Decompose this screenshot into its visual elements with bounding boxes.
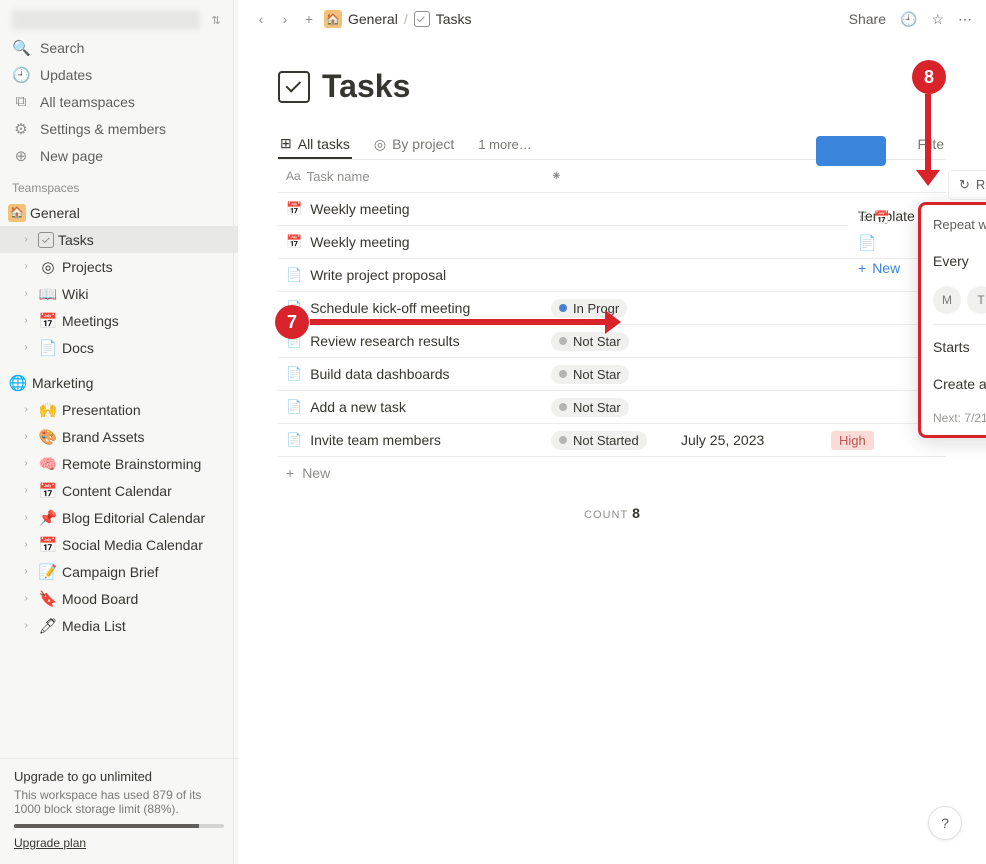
table-row[interactable]: 📄Invite team membersNot StartedJuly 25, …: [278, 424, 946, 457]
repeat-bar-label[interactable]: Repeat: [976, 177, 986, 193]
table-row[interactable]: 📄Add a new taskNot Star: [278, 391, 946, 424]
table-row[interactable]: 📅Weekly meeting: [278, 193, 946, 226]
sidebar-settings-members[interactable]: ⚙Settings & members: [0, 115, 238, 142]
workspace-expand-icon: ⇅: [206, 14, 226, 27]
checkbox-icon: [38, 232, 54, 248]
globe-icon: 🌐: [8, 374, 28, 392]
new-row-button[interactable]: +New: [278, 457, 946, 489]
sidebar-page[interactable]: ›📝Campaign Brief: [0, 558, 238, 585]
chevron-right-icon[interactable]: ›: [18, 288, 34, 299]
page-icon: 📄: [286, 267, 302, 283]
chevron-right-icon[interactable]: ›: [18, 404, 34, 415]
sidebar-section-teamspaces: Teamspaces: [0, 169, 238, 199]
chevron-right-icon[interactable]: ›: [18, 512, 34, 523]
column-header-name[interactable]: AaTask name: [278, 160, 543, 192]
chevron-right-icon[interactable]: ›: [18, 261, 34, 272]
breadcrumb-tasks-icon: [414, 11, 430, 27]
help-button[interactable]: ?: [928, 806, 962, 840]
sidebar-all-teamspaces[interactable]: ⧉All teamspaces: [0, 88, 238, 115]
sidebar-search[interactable]: 🔍Search: [0, 34, 238, 61]
tab-all-tasks[interactable]: ⊞All tasks: [278, 129, 352, 159]
page-icon: 📄: [286, 399, 302, 415]
updates-icon: 🕘: [12, 66, 30, 84]
share-button[interactable]: Share: [849, 11, 886, 27]
sidebar-page[interactable]: ›📅Social Media Calendar: [0, 531, 238, 558]
sidebar-page-meetings[interactable]: ›📅Meetings: [0, 307, 238, 334]
page-icon: 📄: [286, 366, 302, 382]
column-header-status[interactable]: ⁕: [543, 160, 673, 192]
table-row[interactable]: 📄Write project proposal: [278, 259, 946, 292]
upgrade-plan-link[interactable]: Upgrade plan: [14, 836, 86, 850]
page-icon: 📅: [286, 201, 302, 217]
sidebar-page[interactable]: ›🔖Mood Board: [0, 585, 238, 612]
page-title[interactable]: Tasks: [322, 68, 410, 105]
chevron-right-icon[interactable]: ›: [18, 342, 34, 353]
new-page-icon: ⊕: [12, 147, 30, 165]
page-icon: 📅: [286, 234, 302, 250]
repeat-icon: ↻: [959, 177, 970, 193]
workspace-switcher[interactable]: ⇅: [0, 0, 238, 34]
nav-back-icon[interactable]: ‹: [252, 11, 270, 27]
all-teamspaces-icon: ⧉: [12, 93, 30, 110]
chevron-right-icon[interactable]: ›: [18, 458, 34, 469]
chevron-right-icon[interactable]: ›: [18, 485, 34, 496]
search-icon: 🔍: [12, 39, 30, 57]
sidebar-updates[interactable]: 🕘Updates: [0, 61, 238, 88]
settings-members-icon: ⚙: [12, 120, 30, 138]
table-row[interactable]: 📄Build data dashboardsNot Star: [278, 358, 946, 391]
target-icon: ◎: [374, 136, 386, 153]
home-icon: 🏠: [8, 204, 26, 222]
sidebar-page-projects[interactable]: ›◎Projects: [0, 253, 238, 280]
annotation-7: 7: [275, 305, 309, 339]
new-button-partial[interactable]: [816, 136, 886, 166]
sidebar-page-docs[interactable]: ›📄Docs: [0, 334, 238, 361]
sidebar-page-wiki[interactable]: ›📖Wiki: [0, 280, 238, 307]
chevron-right-icon[interactable]: ›: [18, 539, 34, 550]
repeat-mode-dropdown[interactable]: Repeat weekly: [933, 217, 986, 232]
new-template-button[interactable]: +New: [858, 260, 900, 276]
sidebar-item-general[interactable]: 🏠 General: [0, 199, 238, 226]
plus-icon: +: [858, 260, 866, 276]
breadcrumb-item[interactable]: General: [348, 11, 398, 27]
tab-by-project[interactable]: ◎By project: [372, 130, 456, 159]
sidebar-new-page[interactable]: ⊕New page: [0, 142, 238, 169]
chevron-right-icon[interactable]: ›: [18, 566, 34, 577]
sidebar-page[interactable]: ›📅Content Calendar: [0, 477, 238, 504]
chevron-right-icon[interactable]: ›: [18, 315, 34, 326]
sidebar-page[interactable]: ›📌Blog Editorial Calendar: [0, 504, 238, 531]
page-icon[interactable]: [278, 71, 310, 103]
sidebar-item-marketing[interactable]: 🌐 Marketing: [0, 369, 238, 396]
breadcrumb-item[interactable]: Tasks: [436, 11, 472, 27]
nav-new-icon[interactable]: +: [300, 11, 318, 27]
chevron-right-icon[interactable]: ›: [18, 593, 34, 604]
chevron-right-icon[interactable]: ›: [18, 234, 34, 245]
day-toggle[interactable]: T: [967, 286, 986, 314]
main-content: ‹ › + 🏠 General / Tasks Share 🕘 ☆ ⋯ Task…: [238, 0, 986, 864]
day-toggle[interactable]: M: [933, 286, 961, 314]
table-row[interactable]: 📅Weekly meeting: [278, 226, 946, 259]
sidebar-page-tasks[interactable]: ›Tasks: [0, 226, 238, 253]
plus-icon: +: [286, 465, 294, 481]
more-icon[interactable]: ⋯: [958, 11, 972, 28]
sidebar-page[interactable]: ›🖊Media List: [0, 612, 238, 639]
chevron-right-icon[interactable]: ›: [18, 431, 34, 442]
sidebar-page[interactable]: ›🎨Brand Assets: [0, 423, 238, 450]
breadcrumb-home-icon: 🏠: [324, 10, 342, 28]
annotation-8: 8: [912, 60, 946, 94]
star-icon[interactable]: ☆: [931, 11, 944, 28]
upgrade-banner: Upgrade to go unlimited This workspace h…: [0, 758, 238, 864]
nav-forward-icon[interactable]: ›: [276, 11, 294, 27]
clock-icon[interactable]: 🕘: [900, 11, 917, 28]
sidebar: ⇅ 🔍Search🕘Updates⧉All teamspaces⚙Setting…: [0, 0, 238, 864]
chevron-right-icon[interactable]: ›: [18, 620, 34, 631]
tab-more[interactable]: 1 more…: [476, 131, 533, 158]
repeat-panel: Repeat weekly ⌄ Save Every weeks MTWTFSS…: [918, 202, 986, 438]
sidebar-page[interactable]: ›🧠Remote Brainstorming: [0, 450, 238, 477]
sidebar-page[interactable]: ›🙌Presentation: [0, 396, 238, 423]
page-icon: 📄: [286, 432, 302, 448]
table-icon: ⊞: [280, 135, 292, 152]
